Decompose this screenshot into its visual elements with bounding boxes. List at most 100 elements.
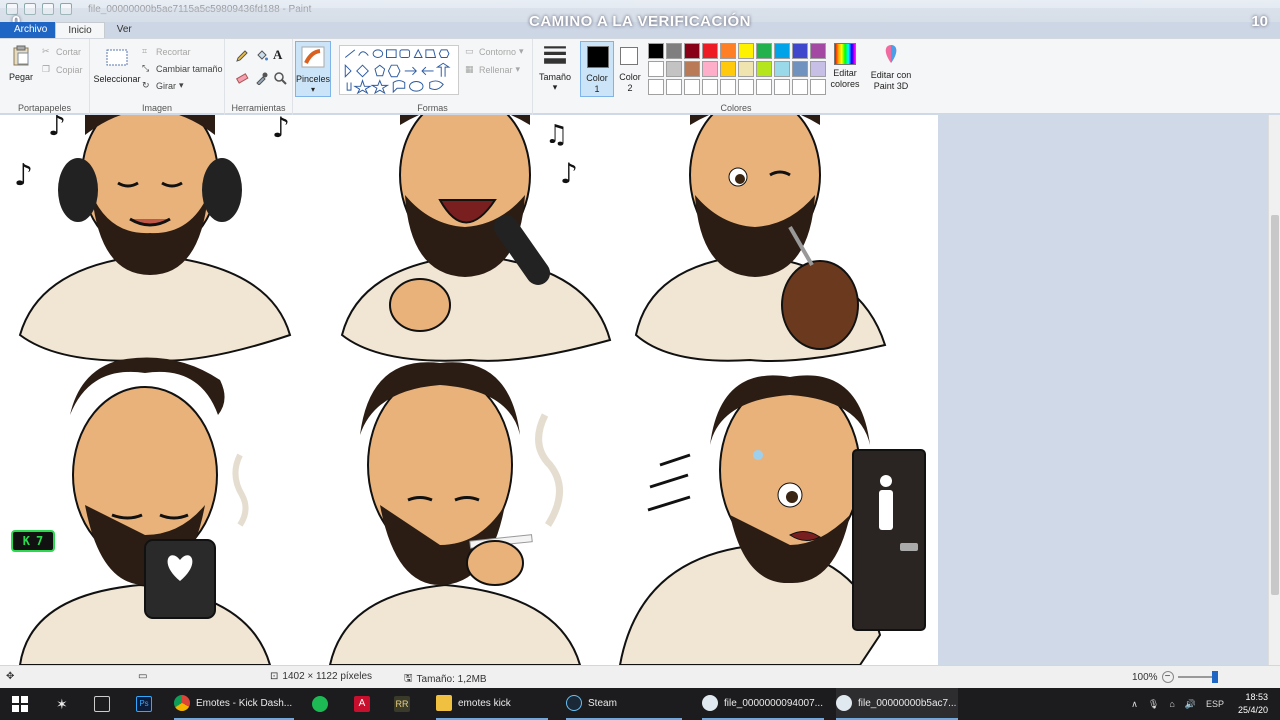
- taskbar-pinned-app[interactable]: ✶: [56, 688, 68, 720]
- palette-swatch[interactable]: [684, 61, 700, 77]
- outline-icon: ▭: [465, 46, 474, 56]
- copy-button[interactable]: ❐ Copiar: [42, 64, 83, 75]
- palette-swatch[interactable]: [774, 61, 790, 77]
- vertical-scrollbar[interactable]: [1268, 115, 1280, 665]
- tab-ver[interactable]: Ver: [105, 22, 144, 38]
- magnifier-icon[interactable]: [273, 71, 287, 85]
- clock[interactable]: 18:53 25/4/20: [1238, 691, 1268, 717]
- taskbar-spotify[interactable]: [312, 688, 328, 720]
- crop-label: Recortar: [156, 46, 191, 57]
- palette-swatch[interactable]: [648, 79, 664, 95]
- palette-swatch[interactable]: [756, 43, 772, 59]
- group-herramientas: A Herramientas: [225, 39, 293, 115]
- resize-button[interactable]: ⤡ Cambiar tamaño: [142, 63, 223, 74]
- taskbar-chrome-window[interactable]: Emotes - Kick Dash...: [174, 688, 294, 720]
- paint3d-button[interactable]: Editar con Paint 3D: [866, 43, 916, 92]
- language-indicator[interactable]: ESP: [1206, 699, 1224, 709]
- palette-swatch[interactable]: [702, 43, 718, 59]
- palette-swatch[interactable]: [720, 79, 736, 95]
- zoom-level: 100%: [1132, 671, 1158, 683]
- eraser-icon[interactable]: [235, 71, 249, 85]
- network-icon[interactable]: ⌂: [1169, 699, 1174, 709]
- clock-time: 18:53: [1245, 692, 1268, 702]
- taskbar-rr-app[interactable]: RR: [394, 688, 410, 720]
- dimensions-text: 1402 × 1122 píxeles: [282, 671, 372, 682]
- group-label-imagen: Imagen: [141, 103, 173, 113]
- palette-swatch[interactable]: [774, 43, 790, 59]
- fill-button[interactable]: ▦ Rellenar ▾: [465, 64, 520, 75]
- paint3d-label: Editar con Paint 3D: [870, 70, 912, 91]
- palette-swatch[interactable]: [792, 79, 808, 95]
- palette-swatch[interactable]: [648, 61, 664, 77]
- group-portapapeles: Pegar ✂ Cortar ❐ Copiar Portapapeles: [0, 39, 90, 115]
- pencil-icon[interactable]: [235, 49, 249, 63]
- paint-canvas[interactable]: ♪ ♪ ♪ ♫ ♪: [0, 115, 938, 665]
- palette-swatch[interactable]: [738, 61, 754, 77]
- palette-swatch[interactable]: [756, 79, 772, 95]
- shapes-gallery[interactable]: [339, 45, 459, 95]
- spotify-icon: [312, 696, 328, 712]
- palette-swatch[interactable]: [720, 61, 736, 77]
- tab-inicio[interactable]: Inicio: [55, 22, 105, 38]
- palette-swatch[interactable]: [720, 43, 736, 59]
- start-button[interactable]: [12, 688, 28, 720]
- paste-button[interactable]: Pegar: [6, 45, 36, 82]
- crop-button[interactable]: ⌗ Recortar: [142, 46, 191, 57]
- palette-swatch[interactable]: [792, 61, 808, 77]
- palette-swatch[interactable]: [810, 43, 826, 59]
- taskbar-adobe-app[interactable]: A: [354, 688, 370, 720]
- palette-swatch[interactable]: [666, 79, 682, 95]
- palette-swatch[interactable]: [666, 43, 682, 59]
- palette-swatch[interactable]: [666, 61, 682, 77]
- zoom-slider-thumb[interactable]: [1211, 671, 1218, 683]
- tab-archivo[interactable]: Archivo: [0, 22, 56, 38]
- fill-bucket-icon[interactable]: [255, 49, 269, 63]
- size-button[interactable]: Tamaño ▾: [535, 43, 575, 93]
- chevron-down-icon: ▾: [519, 46, 524, 56]
- rotate-button[interactable]: ↻ Girar ▾: [142, 80, 184, 91]
- outline-button[interactable]: ▭ Contorno ▾: [465, 46, 524, 57]
- palette-swatch[interactable]: [774, 79, 790, 95]
- color-picker-icon[interactable]: [255, 71, 269, 85]
- taskbar-explorer-window[interactable]: emotes kick: [436, 688, 548, 720]
- palette-swatch[interactable]: [738, 43, 754, 59]
- brushes-button[interactable]: Pinceles ▾: [295, 41, 331, 97]
- color2-button[interactable]: Color 2: [614, 41, 646, 97]
- edit-colors-button[interactable]: Editar colores: [826, 43, 864, 90]
- steam-icon: [566, 695, 582, 711]
- cut-button[interactable]: ✂ Cortar: [42, 46, 81, 57]
- taskbar-paint-window-2[interactable]: file_00000000b5ac7...: [836, 688, 958, 720]
- chrome-icon: [174, 695, 190, 711]
- color1-button[interactable]: Color 1: [580, 41, 614, 97]
- taskbar-photoshop[interactable]: Ps: [136, 688, 152, 720]
- palette-swatch[interactable]: [810, 61, 826, 77]
- scrollbar-thumb[interactable]: [1271, 215, 1279, 595]
- rr-app-icon: RR: [394, 696, 410, 712]
- chevron-up-icon[interactable]: ∧: [1131, 699, 1138, 710]
- volume-icon[interactable]: 🔊: [1185, 699, 1196, 710]
- taskbar-steam-window[interactable]: Steam: [566, 688, 682, 720]
- palette-swatch[interactable]: [756, 61, 772, 77]
- select-button[interactable]: Seleccionar: [92, 47, 142, 84]
- zoom-out-icon[interactable]: −: [1161, 671, 1174, 683]
- zoom-slider[interactable]: [1177, 671, 1218, 683]
- taskbar-task-view[interactable]: [94, 688, 110, 720]
- svg-text:♪: ♪: [14, 158, 33, 193]
- palette-swatch[interactable]: [702, 79, 718, 95]
- resize-icon: ⤡: [142, 63, 150, 73]
- palette-swatch[interactable]: [648, 43, 664, 59]
- palette-swatch[interactable]: [684, 79, 700, 95]
- text-tool-icon[interactable]: A: [273, 47, 282, 63]
- folder-icon: [436, 695, 452, 711]
- palette-swatch[interactable]: [738, 79, 754, 95]
- palette-swatch[interactable]: [792, 43, 808, 59]
- palette-swatch[interactable]: [684, 43, 700, 59]
- palette-swatch[interactable]: [810, 79, 826, 95]
- emote-smoking: [328, 362, 582, 665]
- taskbar-paint-window-1[interactable]: file_0000000094007...: [702, 688, 824, 720]
- microphone-icon[interactable]: 🎙: [1148, 699, 1159, 710]
- paint3d-icon: [885, 45, 897, 63]
- palette-swatch[interactable]: [702, 61, 718, 77]
- emote-mate: [634, 115, 887, 362]
- kick-logo-icon: K: [22, 534, 30, 548]
